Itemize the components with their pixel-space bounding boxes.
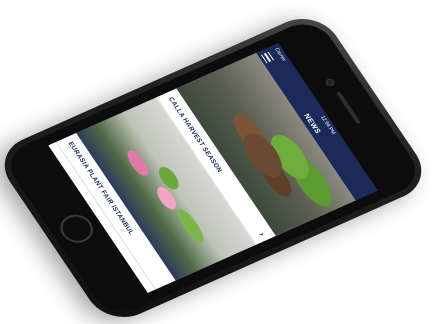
speaker-grille: [335, 91, 361, 125]
phone-device: Carrier 12:58 PM NEWS CALLA HARVEST SEAS…: [0, 8, 435, 324]
menu-button[interactable]: [261, 51, 275, 64]
home-button[interactable]: [54, 210, 99, 248]
chevron-right-icon: ›: [256, 231, 267, 238]
product-mockup: Carrier 12:58 PM NEWS CALLA HARVEST SEAS…: [0, 0, 436, 324]
front-camera-icon: [324, 77, 337, 88]
phone-bezel: Carrier 12:58 PM NEWS CALLA HARVEST SEAS…: [0, 15, 427, 321]
